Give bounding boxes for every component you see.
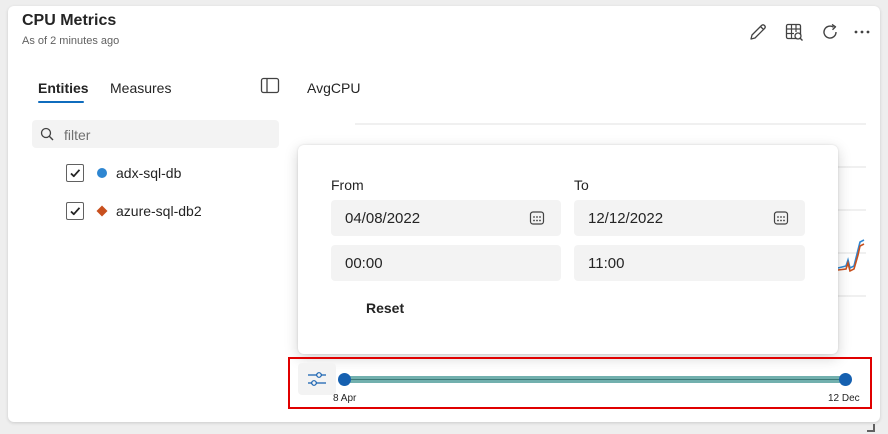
range-end-handle[interactable] (839, 373, 852, 386)
circle-marker-icon (97, 168, 107, 178)
time-range-popup: From To 04/08/2022 12/12/2022 00:00 11:0… (298, 145, 838, 354)
to-date-value: 12/12/2022 (588, 209, 664, 227)
from-label: From (331, 177, 364, 193)
range-start-label: 8 Apr (333, 393, 357, 404)
range-start-handle[interactable] (338, 373, 351, 386)
checkmark-icon (70, 207, 81, 216)
entity-label: azure-sql-db2 (116, 203, 202, 219)
entity-filter (32, 120, 279, 148)
card-title: CPU Metrics (22, 12, 117, 29)
tab-measures[interactable]: Measures (110, 80, 171, 96)
search-icon (40, 127, 54, 141)
to-time-value: 11:00 (588, 254, 625, 272)
entity-label: adx-sql-db (116, 165, 182, 181)
resize-grip-icon[interactable] (867, 424, 875, 432)
panel-toggle-icon[interactable] (260, 77, 280, 95)
table-search-icon[interactable] (784, 22, 804, 42)
range-track-line (344, 379, 845, 380)
from-time-value: 00:00 (345, 254, 383, 272)
filter-input[interactable] (62, 124, 266, 146)
range-slider-highlight (288, 357, 872, 409)
card-subtitle: As of 2 minutes ago (22, 35, 120, 47)
calendar-icon[interactable] (529, 210, 545, 226)
from-date-field[interactable]: 04/08/2022 (331, 200, 561, 236)
chart-title: AvgCPU (307, 80, 361, 96)
to-date-field[interactable]: 12/12/2022 (574, 200, 805, 236)
checkmark-icon (70, 169, 81, 178)
refresh-icon[interactable] (820, 22, 840, 42)
from-date-value: 04/08/2022 (345, 209, 421, 227)
entity-checkbox[interactable] (66, 202, 84, 220)
series-line-adx-sql-db (837, 239, 865, 270)
tab-entities[interactable]: Entities (38, 80, 89, 96)
from-time-field[interactable]: 00:00 (331, 245, 561, 281)
active-tab-indicator (38, 101, 84, 103)
list-item: azure-sql-db2 (66, 201, 202, 221)
list-item: adx-sql-db (66, 163, 181, 183)
more-icon[interactable] (852, 22, 872, 42)
entity-checkbox[interactable] (66, 164, 84, 182)
to-time-field[interactable]: 11:00 (574, 245, 805, 281)
calendar-icon[interactable] (773, 210, 789, 226)
pencil-icon[interactable] (748, 22, 768, 42)
reset-button[interactable]: Reset (366, 300, 404, 316)
diamond-marker-icon (96, 205, 108, 217)
to-label: To (574, 177, 589, 193)
range-end-label: 12 Dec (828, 393, 860, 404)
slider-settings-button[interactable] (298, 363, 336, 395)
sliders-icon (308, 372, 326, 386)
